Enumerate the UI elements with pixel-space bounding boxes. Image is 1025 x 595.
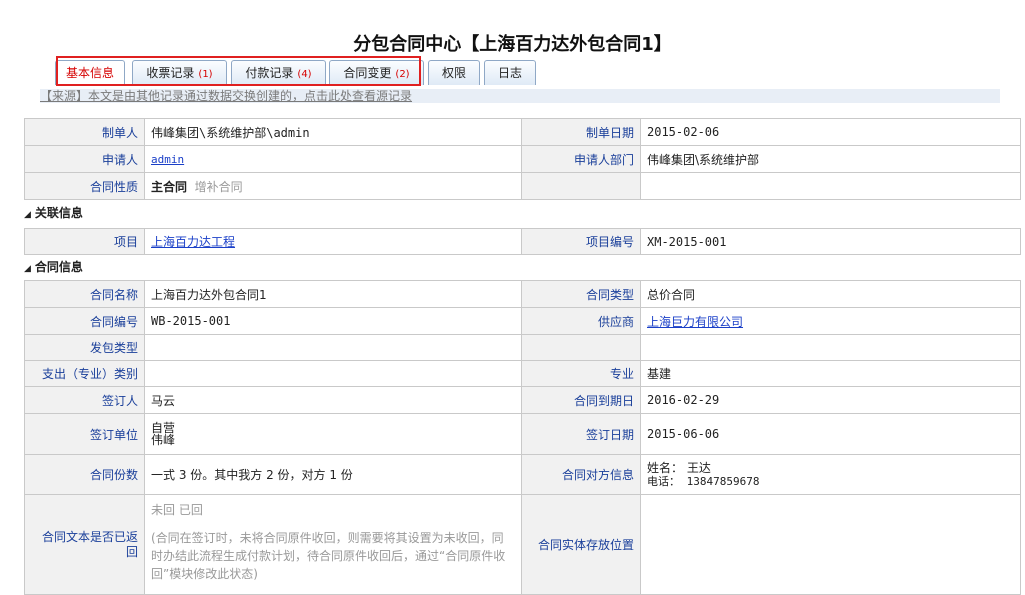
tab-log[interactable]: 日志 bbox=[484, 60, 536, 85]
expire-date-label: 合同到期日 bbox=[521, 386, 641, 414]
table-row: 合同名称 上海百力达外包合同1 合同类型 总价合同 bbox=[24, 280, 1021, 308]
counterparty-label: 合同对方信息 bbox=[521, 454, 641, 495]
subcontract-type-value bbox=[144, 334, 522, 361]
contract-type-value: 总价合同 bbox=[640, 280, 1021, 308]
table-row: 支出（专业）类别 专业 基建 bbox=[24, 360, 1021, 387]
counterparty-phone: 电话： 13847859678 bbox=[647, 474, 760, 488]
project-no-label: 项目编号 bbox=[521, 228, 641, 255]
sign-date-value: 2015-06-06 bbox=[640, 413, 1021, 455]
empty-value bbox=[640, 334, 1021, 361]
expire-date-value: 2016-02-29 bbox=[640, 386, 1021, 414]
table-row: 发包类型 bbox=[24, 334, 1021, 361]
basic-info-table: 制单人 伟峰集团\系统维护部\admin 制单日期 2015-02-06 申请人… bbox=[24, 118, 1021, 200]
returned-note: (合同在签订时，未将合同原件收回，则需要将其设置为未收回，同时办结此流程生成付款… bbox=[151, 531, 506, 581]
empty-label bbox=[521, 172, 641, 200]
empty-value bbox=[640, 172, 1021, 200]
page-title: 分包合同中心【上海百力达外包合同1】 bbox=[353, 34, 672, 55]
table-row: 合同性质 主合同 增补合同 bbox=[24, 172, 1021, 200]
copies-label: 合同份数 bbox=[24, 454, 145, 495]
sign-date-label: 签订日期 bbox=[521, 413, 641, 455]
expense-category-label: 支出（专业）类别 bbox=[24, 360, 145, 387]
tab-permissions[interactable]: 权限 bbox=[428, 60, 480, 85]
table-row: 申请人 admin 申请人部门 伟峰集团\系统维护部 bbox=[24, 145, 1021, 173]
returned-label: 合同文本是否已返回 bbox=[24, 494, 145, 595]
section-contract-info[interactable]: ◢ 合同信息 bbox=[24, 258, 83, 275]
collapse-triangle-icon: ◢ bbox=[24, 210, 31, 220]
creator-label: 制单人 bbox=[24, 118, 145, 146]
project-link[interactable]: 上海百力达工程 bbox=[151, 235, 235, 249]
contract-name-value: 上海百力达外包合同1 bbox=[144, 280, 522, 308]
table-row: 合同份数 一式 3 份。其中我方 2 份，对方 1 份 合同对方信息 姓名： 王… bbox=[24, 454, 1021, 495]
section-title: 合同信息 bbox=[34, 260, 83, 274]
applicant-label: 申请人 bbox=[24, 145, 145, 173]
collapse-triangle-icon: ◢ bbox=[24, 264, 31, 274]
specialty-value: 基建 bbox=[640, 360, 1021, 387]
signer-label: 签订人 bbox=[24, 386, 145, 414]
applicant-dept-label: 申请人部门 bbox=[521, 145, 641, 173]
table-row: 签订单位 自营 伟峰 签订日期 2015-06-06 bbox=[24, 413, 1021, 455]
creator-value: 伟峰集团\系统维护部\admin bbox=[144, 118, 522, 146]
table-row: 合同文本是否已返回 未回 已回 (合同在签订时，未将合同原件收回，则需要将其设置… bbox=[24, 494, 1021, 595]
table-row: 签订人 马云 合同到期日 2016-02-29 bbox=[24, 386, 1021, 414]
tab-highlight-box bbox=[56, 56, 421, 86]
contract-info-table: 合同名称 上海百力达外包合同1 合同类型 总价合同 合同编号 WB-2015-0… bbox=[24, 280, 1021, 595]
contract-no-value: WB-2015-001 bbox=[144, 307, 522, 335]
contract-name-label: 合同名称 bbox=[24, 280, 145, 308]
nature-main-option[interactable]: 主合同 bbox=[151, 180, 187, 194]
create-date-label: 制单日期 bbox=[521, 118, 641, 146]
counterparty-name: 姓名： 王达 bbox=[647, 460, 711, 475]
expense-category-value bbox=[144, 360, 522, 387]
empty-label bbox=[521, 334, 641, 361]
supplier-label: 供应商 bbox=[521, 307, 641, 335]
nature-supp-option[interactable]: 增补合同 bbox=[195, 180, 243, 194]
supplier-link[interactable]: 上海巨力有限公司 bbox=[647, 315, 743, 329]
table-row: 制单人 伟峰集团\系统维护部\admin 制单日期 2015-02-06 bbox=[24, 118, 1021, 146]
sign-unit-line: 自营 bbox=[151, 421, 176, 435]
applicant-link[interactable]: admin bbox=[151, 153, 184, 166]
subcontract-type-label: 发包类型 bbox=[24, 334, 145, 361]
tab-label: 权限 bbox=[441, 66, 466, 80]
copies-value: 一式 3 份。其中我方 2 份，对方 1 份 bbox=[144, 454, 522, 495]
project-label: 项目 bbox=[24, 228, 145, 255]
applicant-dept-value: 伟峰集团\系统维护部 bbox=[640, 145, 1021, 173]
related-info-table: 项目 上海百力达工程 项目编号 XM-2015-001 bbox=[24, 228, 1021, 255]
sign-unit-line: 伟峰 bbox=[151, 433, 176, 447]
contract-type-label: 合同类型 bbox=[521, 280, 641, 308]
source-record-link[interactable]: 【来源】本文是由其他记录通过数据交换创建的，点击此处查看源记录 bbox=[40, 89, 412, 103]
table-row: 合同编号 WB-2015-001 供应商 上海巨力有限公司 bbox=[24, 307, 1021, 335]
table-row: 项目 上海百力达工程 项目编号 XM-2015-001 bbox=[24, 228, 1021, 255]
returned-options[interactable]: 未回 已回 bbox=[151, 501, 515, 519]
tab-label: 日志 bbox=[497, 66, 522, 80]
contract-no-label: 合同编号 bbox=[24, 307, 145, 335]
storage-value bbox=[640, 494, 1021, 595]
storage-label: 合同实体存放位置 bbox=[521, 494, 641, 595]
section-title: 关联信息 bbox=[34, 206, 83, 220]
create-date-value: 2015-02-06 bbox=[640, 118, 1021, 146]
section-related-info[interactable]: ◢ 关联信息 bbox=[24, 204, 83, 221]
source-notice-bar: 【来源】本文是由其他记录通过数据交换创建的，点击此处查看源记录 bbox=[40, 89, 1000, 103]
nature-label: 合同性质 bbox=[24, 172, 145, 200]
project-no-value: XM-2015-001 bbox=[640, 228, 1021, 255]
sign-unit-label: 签订单位 bbox=[24, 413, 145, 455]
specialty-label: 专业 bbox=[521, 360, 641, 387]
signer-value: 马云 bbox=[144, 386, 522, 414]
